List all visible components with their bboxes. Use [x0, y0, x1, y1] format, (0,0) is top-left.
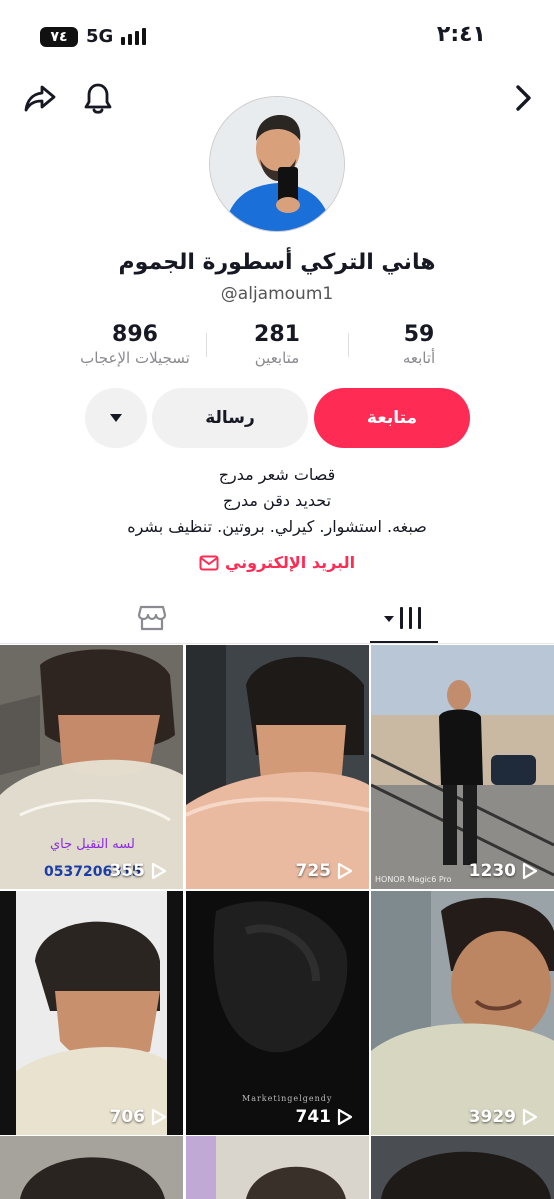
bio-line: تحديد دقن مدرج: [222, 491, 332, 510]
network-type: 5G: [86, 26, 114, 47]
video-caption: لسه التقيل جاي: [50, 837, 135, 852]
signal-icon: [121, 28, 146, 45]
video-thumbnail[interactable]: 3929: [371, 891, 554, 1135]
back-arrow-icon[interactable]: [508, 82, 538, 114]
video-thumbnail[interactable]: HONOR Magic6 Pro 1230: [371, 645, 554, 889]
username: @aljamoum1: [220, 284, 334, 304]
bio: قصات شعر مدرج تحديد دقن مدرج صبغه. استشو…: [0, 462, 554, 540]
share-icon[interactable]: [22, 80, 58, 116]
display-name: هاني التركي أسطورة الجموم: [118, 250, 436, 275]
video-thumbnail[interactable]: Marketingelgendy 741: [186, 891, 369, 1135]
videos-grid-icon: [384, 607, 421, 629]
view-count: 725: [296, 861, 354, 881]
followers-stat[interactable]: 281 متابعين: [197, 322, 357, 367]
video-thumbnail[interactable]: [186, 1136, 369, 1199]
status-bar: ٧٤ 5G ٢:٤١: [0, 0, 554, 72]
brand-watermark: Marketingelgendy: [242, 1094, 333, 1103]
view-count: 355: [110, 861, 168, 881]
following-label: أتابعه: [402, 349, 436, 367]
following-stat[interactable]: 59 أتابعه: [339, 322, 499, 367]
play-icon: [151, 862, 167, 880]
mail-icon: [199, 555, 219, 570]
video-thumbnail[interactable]: لسه التقيل جاي 0537206315 355: [0, 645, 183, 889]
bell-icon[interactable]: [80, 80, 116, 116]
video-thumbnail[interactable]: [0, 1136, 183, 1199]
follow-button[interactable]: متابعة: [314, 388, 470, 448]
view-count: 741: [296, 1107, 354, 1127]
avatar[interactable]: [209, 96, 345, 232]
video-thumbnail[interactable]: 725: [186, 645, 369, 889]
more-options-button[interactable]: [85, 388, 147, 448]
video-thumbnail[interactable]: [371, 1136, 554, 1199]
likes-stat: 896 تسجيلات الإعجاب: [55, 322, 215, 367]
followers-label: متابعين: [254, 349, 300, 367]
bio-line: قصات شعر مدرج: [218, 465, 336, 484]
view-count-value: 741: [295, 1107, 332, 1127]
view-count-value: 725: [295, 861, 332, 881]
following-count: 59: [403, 322, 435, 347]
play-icon: [522, 862, 538, 880]
play-icon: [522, 1108, 538, 1126]
followers-count: 281: [254, 322, 300, 347]
email-link-label: البريد الإلكتروني: [224, 553, 356, 572]
view-count: 3929: [469, 1107, 538, 1127]
view-count-value: 706: [109, 1107, 146, 1127]
play-icon: [337, 862, 353, 880]
video-thumbnail[interactable]: 706: [0, 891, 183, 1135]
message-button[interactable]: رسالة: [152, 388, 308, 448]
content-tabs: [0, 592, 554, 644]
view-count-value: 355: [109, 861, 146, 881]
device-watermark: HONOR Magic6 Pro: [375, 875, 452, 884]
likes-count: 896: [112, 322, 158, 347]
view-count: 706: [110, 1107, 168, 1127]
likes-label: تسجيلات الإعجاب: [80, 349, 190, 367]
play-icon: [337, 1108, 353, 1126]
battery-indicator: ٧٤: [40, 27, 78, 47]
email-link[interactable]: البريد الإلكتروني: [0, 553, 554, 572]
caret-down-icon: [110, 414, 122, 422]
view-count-value: 3929: [468, 1107, 516, 1127]
bio-line: صبغه. استشوار. كيرلي. بروتين. تنظيف بشره: [127, 517, 427, 536]
view-count-value: 1230: [468, 861, 516, 881]
status-time: ٢:٤١: [436, 22, 486, 47]
shop-icon: [137, 605, 167, 631]
play-icon: [151, 1108, 167, 1126]
view-count: 1230: [469, 861, 538, 881]
tab-videos[interactable]: [370, 592, 438, 644]
tab-shop[interactable]: [120, 592, 184, 644]
tab-divider: [0, 643, 554, 644]
